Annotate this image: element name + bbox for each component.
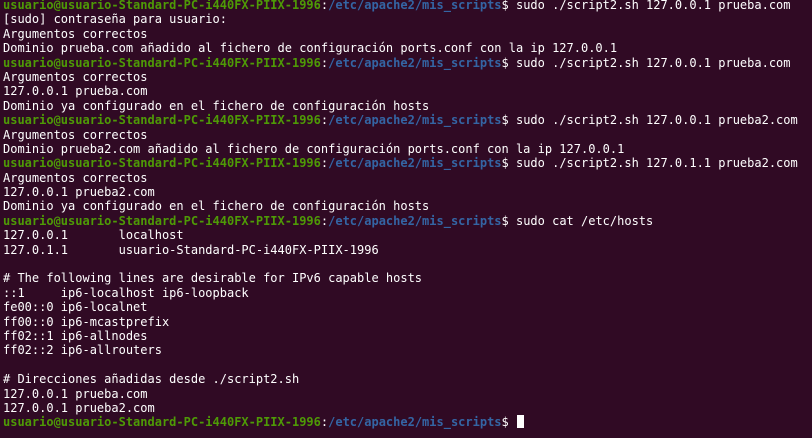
command-text: sudo cat /etc/hosts [515, 213, 654, 228]
output-text: Dominio prueba2.com añadido al fichero d… [3, 141, 625, 156]
output-text: 127.0.0.1 prueba2.com [3, 185, 155, 200]
prompt-symbol: $ [501, 213, 516, 228]
output-line: 127.0.0.1 localhost [3, 228, 812, 242]
prompt-symbol: $ [501, 113, 516, 128]
output-line: Argumentos correctos [3, 128, 812, 142]
prompt-symbol: $ [501, 415, 516, 430]
output-text: Dominio prueba.com añadido al fichero de… [3, 41, 618, 56]
output-text: ff00::0 ip6-mcastprefix [3, 314, 170, 329]
output-text: 127.0.0.1 localhost [3, 228, 184, 243]
prompt-symbol: $ [501, 0, 516, 12]
output-line: Argumentos correctos [3, 70, 812, 84]
command-text: sudo ./script2.sh 127.0.0.1 prueba.com [515, 0, 791, 12]
output-text: fe00::0 ip6-localnet [3, 300, 148, 315]
output-line: Argumentos correctos [3, 27, 812, 41]
output-line: [sudo] contraseña para usuario: [3, 12, 812, 26]
output-text: Dominio ya configurado en el fichero de … [3, 98, 430, 113]
output-text: 127.0.0.1 prueba2.com [3, 400, 155, 415]
prompt-user-host: usuario@usuario-Standard-PC-i440FX-PIIX-… [3, 55, 321, 70]
output-line: 127.0.0.1 prueba.com [3, 84, 812, 98]
output-line: Argumentos correctos [3, 171, 812, 185]
output-text: 127.0.0.1 prueba.com [3, 386, 148, 401]
output-text: # The following lines are desirable for … [3, 271, 423, 286]
output-line: Dominio ya configurado en el fichero de … [3, 99, 812, 113]
output-line: # Direcciones añadidas desde ./script2.s… [3, 372, 812, 386]
output-line: ::1 ip6-localhost ip6-loopback [3, 286, 812, 300]
prompt-user-host: usuario@usuario-Standard-PC-i440FX-PIIX-… [3, 113, 321, 128]
prompt-path: /etc/apache2/mis_scripts [328, 0, 502, 12]
prompt-user-host: usuario@usuario-Standard-PC-i440FX-PIIX-… [3, 213, 321, 228]
prompt-line: usuario@usuario-Standard-PC-i440FX-PIIX-… [3, 113, 812, 127]
output-text: 127.0.0.1 prueba.com [3, 84, 148, 99]
output-text: # Direcciones añadidas desde ./script2.s… [3, 372, 300, 387]
terminal-output[interactable]: usuario@usuario-Standard-PC-i440FX-PIIX-… [0, 0, 812, 438]
prompt-line: usuario@usuario-Standard-PC-i440FX-PIIX-… [3, 56, 812, 70]
prompt-user-host: usuario@usuario-Standard-PC-i440FX-PIIX-… [3, 415, 321, 430]
prompt-line: usuario@usuario-Standard-PC-i440FX-PIIX-… [3, 214, 812, 228]
prompt-path: /etc/apache2/mis_scripts [328, 415, 502, 430]
prompt-line: usuario@usuario-Standard-PC-i440FX-PIIX-… [3, 156, 812, 170]
output-line: Dominio ya configurado en el fichero de … [3, 199, 812, 213]
prompt-line: usuario@usuario-Standard-PC-i440FX-PIIX-… [3, 415, 812, 429]
output-line: fe00::0 ip6-localnet [3, 300, 812, 314]
output-line: 127.0.0.1 prueba2.com [3, 401, 812, 415]
output-text: Dominio ya configurado en el fichero de … [3, 199, 430, 214]
output-line: Dominio prueba2.com añadido al fichero d… [3, 142, 812, 156]
prompt-line: usuario@usuario-Standard-PC-i440FX-PIIX-… [3, 0, 812, 12]
output-text: ::1 ip6-localhost ip6-loopback [3, 285, 249, 300]
prompt-symbol: $ [501, 55, 516, 70]
output-line: 127.0.1.1 usuario-Standard-PC-i440FX-PII… [3, 243, 812, 257]
output-line: 127.0.0.1 prueba.com [3, 387, 812, 401]
output-text: [sudo] contraseña para usuario: [3, 12, 227, 27]
output-line: ff02::2 ip6-allrouters [3, 343, 812, 357]
command-text: sudo ./script2.sh 127.0.0.1 prueba.com [515, 55, 791, 70]
prompt-path: /etc/apache2/mis_scripts [328, 156, 502, 171]
output-text: ff02::2 ip6-allrouters [3, 343, 162, 358]
prompt-path: /etc/apache2/mis_scripts [328, 213, 502, 228]
output-text: Argumentos correctos [3, 170, 148, 185]
output-line: Dominio prueba.com añadido al fichero de… [3, 41, 812, 55]
output-line: 127.0.0.1 prueba2.com [3, 185, 812, 199]
output-text: Argumentos correctos [3, 69, 148, 84]
output-line: ff02::1 ip6-allnodes [3, 329, 812, 343]
prompt-path: /etc/apache2/mis_scripts [328, 55, 502, 70]
prompt-path: /etc/apache2/mis_scripts [328, 113, 502, 128]
prompt-user-host: usuario@usuario-Standard-PC-i440FX-PIIX-… [3, 156, 321, 171]
output-line: ff00::0 ip6-mcastprefix [3, 315, 812, 329]
prompt-user-host: usuario@usuario-Standard-PC-i440FX-PIIX-… [3, 0, 321, 12]
text-cursor[interactable] [516, 415, 524, 429]
command-text: sudo ./script2.sh 127.0.0.1 prueba2.com [515, 113, 798, 128]
output-text: 127.0.1.1 usuario-Standard-PC-i440FX-PII… [3, 242, 379, 257]
output-text: Argumentos correctos [3, 127, 148, 142]
output-text: ff02::1 ip6-allnodes [3, 328, 148, 343]
output-text: Argumentos correctos [3, 26, 148, 41]
output-line: # The following lines are desirable for … [3, 271, 812, 285]
command-text: sudo ./script2.sh 127.0.1.1 prueba2.com [515, 156, 798, 171]
prompt-symbol: $ [501, 156, 516, 171]
